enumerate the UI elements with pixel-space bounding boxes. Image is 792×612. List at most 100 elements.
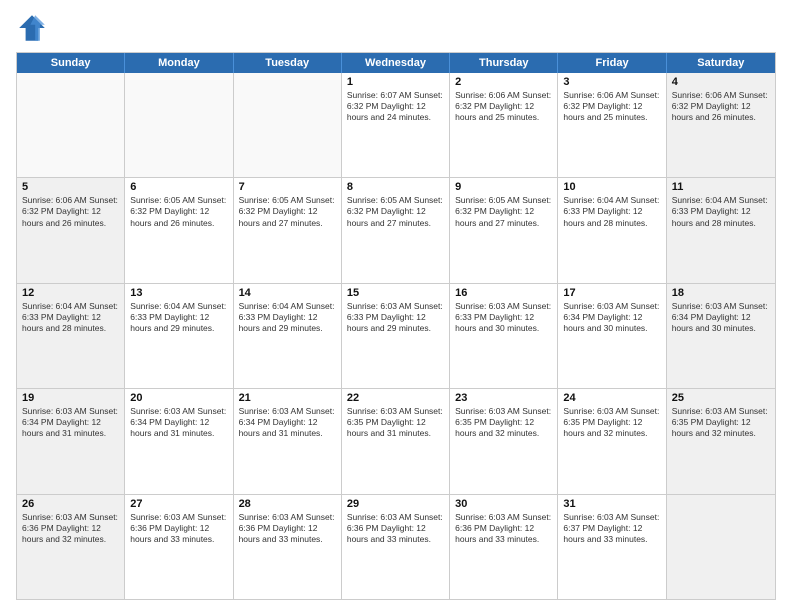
header [16,12,776,44]
day-info: Sunrise: 6:04 AM Sunset: 6:33 PM Dayligh… [239,301,336,334]
weekday-header-monday: Monday [125,53,233,73]
calendar-cell-r3-c0: 19 Sunrise: 6:03 AM Sunset: 6:34 PM Dayli… [17,389,125,493]
calendar-cell-r2-c5: 17 Sunrise: 6:03 AM Sunset: 6:34 PM Dayli… [558,284,666,388]
day-info: Sunrise: 6:03 AM Sunset: 6:35 PM Dayligh… [672,406,770,439]
day-number: 5 [22,181,119,193]
calendar-cell-r4-c1: 27 Sunrise: 6:03 AM Sunset: 6:36 PM Dayli… [125,495,233,599]
weekday-header-tuesday: Tuesday [234,53,342,73]
calendar-cell-r1-c2: 7Sunrise: 6:05 AM Sunset: 6:32 PM Daylig… [234,178,342,282]
day-info: Sunrise: 6:03 AM Sunset: 6:35 PM Dayligh… [455,406,552,439]
day-info: Sunrise: 6:03 AM Sunset: 6:34 PM Dayligh… [563,301,660,334]
calendar-cell-r3-c5: 24 Sunrise: 6:03 AM Sunset: 6:35 PM Dayli… [558,389,666,493]
calendar-cell-r3-c3: 22 Sunrise: 6:03 AM Sunset: 6:35 PM Dayli… [342,389,450,493]
day-info: Sunrise: 6:03 AM Sunset: 6:34 PM Dayligh… [130,406,227,439]
day-number: 27 [130,498,227,510]
calendar-cell-r0-c2 [234,73,342,177]
weekday-header-sunday: Sunday [17,53,125,73]
calendar-cell-r1-c5: 10Sunrise: 6:04 AM Sunset: 6:33 PM Dayli… [558,178,666,282]
weekday-header-saturday: Saturday [667,53,775,73]
calendar-cell-r0-c0 [17,73,125,177]
day-number: 10 [563,181,660,193]
calendar-cell-r3-c4: 23 Sunrise: 6:03 AM Sunset: 6:35 PM Dayli… [450,389,558,493]
calendar-cell-r3-c6: 25 Sunrise: 6:03 AM Sunset: 6:35 PM Dayli… [667,389,775,493]
day-number: 30 [455,498,552,510]
day-info: Sunrise: 6:05 AM Sunset: 6:32 PM Dayligh… [347,195,444,228]
day-info: Sunrise: 6:05 AM Sunset: 6:32 PM Dayligh… [239,195,336,228]
calendar-row-0: 1Sunrise: 6:07 AM Sunset: 6:32 PM Daylig… [17,73,775,177]
weekday-header-wednesday: Wednesday [342,53,450,73]
day-number: 19 [22,392,119,404]
calendar-cell-r2-c3: 15 Sunrise: 6:03 AM Sunset: 6:33 PM Dayli… [342,284,450,388]
calendar-cell-r1-c3: 8Sunrise: 6:05 AM Sunset: 6:32 PM Daylig… [342,178,450,282]
day-number: 17 [563,287,660,299]
day-number: 4 [672,76,770,88]
calendar-cell-r0-c1 [125,73,233,177]
day-number: 26 [22,498,119,510]
day-number: 18 [672,287,770,299]
day-info: Sunrise: 6:05 AM Sunset: 6:32 PM Dayligh… [455,195,552,228]
calendar-cell-r4-c5: 31Sunrise: 6:03 AM Sunset: 6:37 PM Dayli… [558,495,666,599]
day-number: 14 [239,287,336,299]
day-info: Sunrise: 6:06 AM Sunset: 6:32 PM Dayligh… [563,90,660,123]
day-info: Sunrise: 6:04 AM Sunset: 6:33 PM Dayligh… [672,195,770,228]
calendar-cell-r4-c6 [667,495,775,599]
day-info: Sunrise: 6:06 AM Sunset: 6:32 PM Dayligh… [455,90,552,123]
calendar-row-4: 26 Sunrise: 6:03 AM Sunset: 6:36 PM Dayli… [17,494,775,599]
calendar-cell-r2-c2: 14 Sunrise: 6:04 AM Sunset: 6:33 PM Dayli… [234,284,342,388]
day-number: 23 [455,392,552,404]
calendar-cell-r2-c0: 12Sunrise: 6:04 AM Sunset: 6:33 PM Dayli… [17,284,125,388]
day-info: Sunrise: 6:06 AM Sunset: 6:32 PM Dayligh… [672,90,770,123]
day-number: 20 [130,392,227,404]
day-number: 28 [239,498,336,510]
calendar-cell-r0-c5: 3 Sunrise: 6:06 AM Sunset: 6:32 PM Daylig… [558,73,666,177]
day-number: 13 [130,287,227,299]
day-info: Sunrise: 6:03 AM Sunset: 6:37 PM Dayligh… [563,512,660,545]
weekday-header-friday: Friday [558,53,666,73]
day-info: Sunrise: 6:03 AM Sunset: 6:35 PM Dayligh… [563,406,660,439]
calendar-cell-r2-c1: 13Sunrise: 6:04 AM Sunset: 6:33 PM Dayli… [125,284,233,388]
day-info: Sunrise: 6:03 AM Sunset: 6:34 PM Dayligh… [239,406,336,439]
calendar-row-1: 5 Sunrise: 6:06 AM Sunset: 6:32 PM Daylig… [17,177,775,282]
day-number: 24 [563,392,660,404]
day-info: Sunrise: 6:03 AM Sunset: 6:34 PM Dayligh… [22,406,119,439]
day-info: Sunrise: 6:03 AM Sunset: 6:33 PM Dayligh… [347,301,444,334]
calendar-cell-r4-c3: 29Sunrise: 6:03 AM Sunset: 6:36 PM Dayli… [342,495,450,599]
day-info: Sunrise: 6:04 AM Sunset: 6:33 PM Dayligh… [22,301,119,334]
day-info: Sunrise: 6:03 AM Sunset: 6:36 PM Dayligh… [130,512,227,545]
calendar-cell-r4-c4: 30 Sunrise: 6:03 AM Sunset: 6:36 PM Dayli… [450,495,558,599]
calendar-cell-r4-c0: 26 Sunrise: 6:03 AM Sunset: 6:36 PM Dayli… [17,495,125,599]
day-number: 1 [347,76,444,88]
calendar-row-2: 12Sunrise: 6:04 AM Sunset: 6:33 PM Dayli… [17,283,775,388]
day-number: 11 [672,181,770,193]
day-info: Sunrise: 6:03 AM Sunset: 6:34 PM Dayligh… [672,301,770,334]
day-info: Sunrise: 6:03 AM Sunset: 6:35 PM Dayligh… [347,406,444,439]
calendar-cell-r1-c1: 6 Sunrise: 6:05 AM Sunset: 6:32 PM Daylig… [125,178,233,282]
day-number: 21 [239,392,336,404]
calendar-cell-r1-c6: 11 Sunrise: 6:04 AM Sunset: 6:33 PM Dayli… [667,178,775,282]
calendar-cell-r0-c4: 2 Sunrise: 6:06 AM Sunset: 6:32 PM Daylig… [450,73,558,177]
calendar-header: SundayMondayTuesdayWednesdayThursdayFrid… [17,53,775,73]
logo-icon [16,12,48,44]
calendar-cell-r0-c6: 4 Sunrise: 6:06 AM Sunset: 6:32 PM Daylig… [667,73,775,177]
calendar-cell-r1-c0: 5 Sunrise: 6:06 AM Sunset: 6:32 PM Daylig… [17,178,125,282]
day-info: Sunrise: 6:06 AM Sunset: 6:32 PM Dayligh… [22,195,119,228]
day-number: 29 [347,498,444,510]
calendar-row-3: 19 Sunrise: 6:03 AM Sunset: 6:34 PM Dayli… [17,388,775,493]
calendar: SundayMondayTuesdayWednesdayThursdayFrid… [16,52,776,600]
calendar-cell-r2-c6: 18 Sunrise: 6:03 AM Sunset: 6:34 PM Dayli… [667,284,775,388]
day-info: Sunrise: 6:03 AM Sunset: 6:36 PM Dayligh… [22,512,119,545]
day-info: Sunrise: 6:03 AM Sunset: 6:36 PM Dayligh… [455,512,552,545]
day-number: 15 [347,287,444,299]
day-number: 9 [455,181,552,193]
calendar-cell-r1-c4: 9 Sunrise: 6:05 AM Sunset: 6:32 PM Daylig… [450,178,558,282]
calendar-cell-r0-c3: 1Sunrise: 6:07 AM Sunset: 6:32 PM Daylig… [342,73,450,177]
day-number: 25 [672,392,770,404]
day-number: 6 [130,181,227,193]
day-number: 3 [563,76,660,88]
calendar-cell-r3-c1: 20 Sunrise: 6:03 AM Sunset: 6:34 PM Dayli… [125,389,233,493]
day-number: 22 [347,392,444,404]
day-number: 2 [455,76,552,88]
weekday-header-thursday: Thursday [450,53,558,73]
day-info: Sunrise: 6:03 AM Sunset: 6:36 PM Dayligh… [239,512,336,545]
day-info: Sunrise: 6:05 AM Sunset: 6:32 PM Dayligh… [130,195,227,228]
